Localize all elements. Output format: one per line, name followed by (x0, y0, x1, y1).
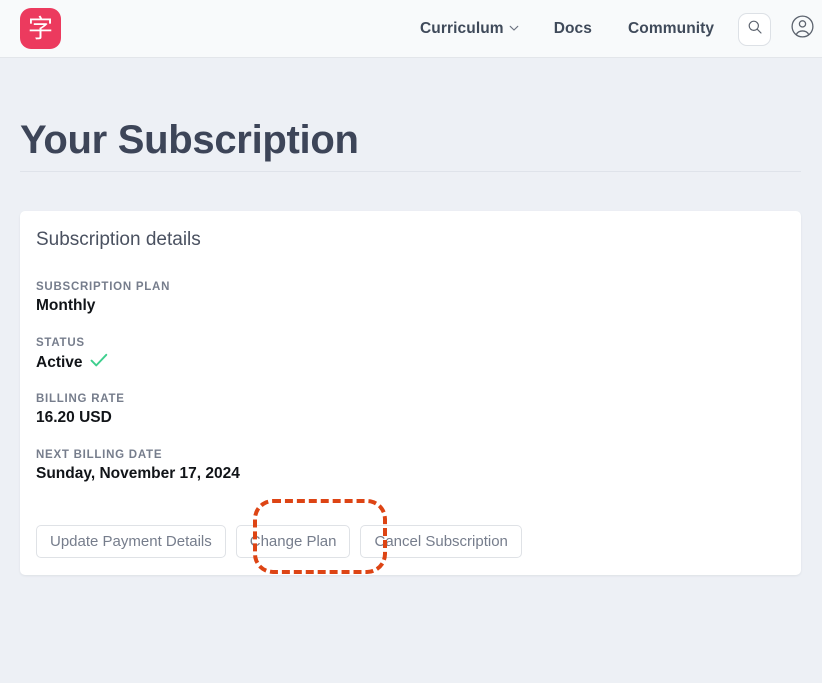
nav-item-curriculum-label: Curriculum (420, 20, 504, 37)
field-label-subscription-plan: SUBSCRIPTION PLAN (36, 281, 171, 293)
field-value-subscription-plan-text: Monthly (36, 297, 96, 314)
nav-item-docs[interactable]: Docs (554, 20, 592, 38)
nav-item-curriculum[interactable]: Curriculum (420, 20, 519, 38)
field-subscription-plan: SUBSCRIPTION PLAN Monthly (36, 281, 170, 315)
field-value-next-billing-date: Sunday, November 17, 2024 (36, 465, 240, 483)
update-payment-details-button[interactable]: Update Payment Details (36, 525, 226, 558)
site-logo[interactable]: 字 (20, 8, 61, 49)
field-value-subscription-plan: Monthly (36, 297, 170, 315)
top-navigation-bar: 字 Curriculum Docs Community (0, 0, 822, 58)
subscription-details-card: Subscription details SUBSCRIPTION PLAN M… (20, 211, 801, 575)
field-value-next-billing-date-text: Sunday, November 17, 2024 (36, 465, 240, 482)
field-value-billing-rate: 16.20 USD (36, 409, 125, 427)
nav-item-docs-label: Docs (553, 20, 592, 37)
field-value-status: Active (36, 353, 108, 373)
card-action-buttons: Update Payment Details Change Plan Cance… (36, 525, 522, 558)
field-label-billing-rate: BILLING RATE (36, 393, 125, 405)
field-status: STATUS Active (36, 337, 108, 373)
account-button[interactable] (789, 14, 815, 44)
logo-glyph: 字 (27, 14, 53, 43)
field-label-next-billing-date: NEXT BILLING DATE (36, 449, 163, 461)
search-button[interactable] (738, 12, 772, 46)
field-next-billing-date: NEXT BILLING DATE Sunday, November 17, 2… (36, 449, 240, 483)
change-plan-button[interactable]: Change Plan (235, 525, 351, 558)
nav-links-group: Curriculum Docs Community (420, 0, 815, 58)
field-billing-rate: BILLING RATE 16.20 USD (36, 393, 125, 427)
field-label-status: STATUS (36, 337, 85, 349)
chevron-down-icon (509, 23, 519, 32)
search-icon (747, 19, 763, 40)
page-title: Your Subscription (20, 118, 359, 162)
field-value-billing-rate-text: 16.20 USD (36, 409, 112, 426)
nav-item-community[interactable]: Community (628, 20, 714, 38)
account-circle-icon (790, 14, 815, 44)
title-divider (20, 171, 801, 172)
green-check-icon (90, 353, 108, 373)
field-value-status-text: Active (36, 354, 83, 371)
nav-item-community-label: Community (628, 20, 715, 37)
cancel-subscription-button[interactable]: Cancel Subscription (360, 525, 522, 558)
card-heading: Subscription details (36, 229, 201, 250)
